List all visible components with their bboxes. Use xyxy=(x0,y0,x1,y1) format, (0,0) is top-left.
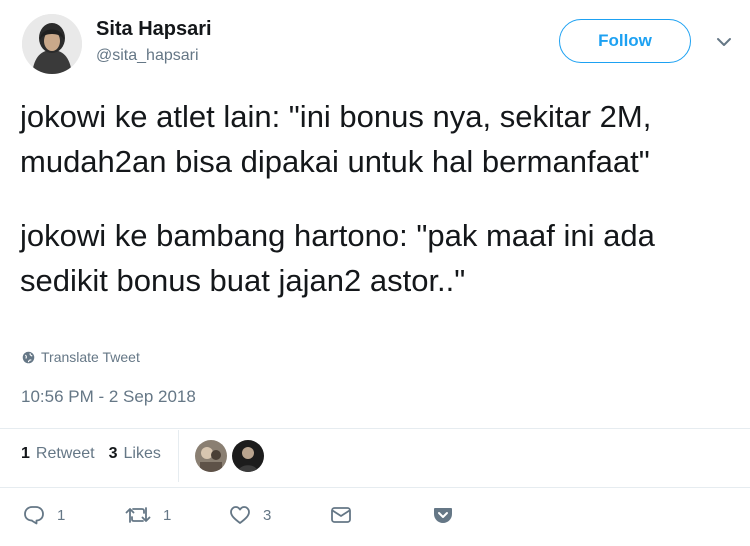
tweet-stats: 1 Retweet 3 Likes xyxy=(21,445,175,463)
retweet-action[interactable]: 1 xyxy=(125,505,171,525)
reply-count: 1 xyxy=(57,506,66,524)
divider xyxy=(0,428,750,429)
follow-button[interactable]: Follow xyxy=(559,19,691,63)
envelope-icon xyxy=(331,507,351,523)
likes-stat[interactable]: 3 Likes xyxy=(109,445,161,463)
author-handle[interactable]: @sita_hapsari xyxy=(96,47,199,65)
retweets-count: 1 xyxy=(21,445,30,462)
likes-count: 3 xyxy=(108,445,118,462)
retweet-icon xyxy=(125,507,151,523)
tweet-text: jokowi ke atlet lain: "ini bonus nya, se… xyxy=(20,94,720,303)
like-count: 3 xyxy=(263,506,272,524)
tweet-paragraph: jokowi ke bambang hartono: "pak maaf ini… xyxy=(20,218,655,298)
tweet-paragraph: jokowi ke atlet lain: "ini bonus nya, se… xyxy=(20,99,652,179)
reply-icon xyxy=(24,506,44,525)
liker-avatar[interactable] xyxy=(195,440,227,472)
author-avatar[interactable] xyxy=(22,14,82,74)
liker-avatar[interactable] xyxy=(232,440,264,472)
heart-icon xyxy=(230,506,250,524)
reply-action[interactable]: 1 xyxy=(23,505,65,525)
translate-tweet-label: Translate Tweet xyxy=(41,349,140,365)
likes-label: Likes xyxy=(123,445,161,462)
globe-icon xyxy=(22,351,35,363)
retweets-stat[interactable]: 1 Retweet xyxy=(21,445,95,463)
liker-avatar-image xyxy=(195,440,227,472)
direct-message-action[interactable] xyxy=(330,505,352,525)
author-display-name[interactable]: Sita Hapsari xyxy=(96,18,212,41)
divider xyxy=(0,487,750,488)
like-action[interactable]: 3 xyxy=(229,505,271,525)
pocket-icon xyxy=(434,508,452,523)
stats-divider xyxy=(178,430,179,482)
bookmark-action[interactable] xyxy=(432,505,454,525)
retweets-label: Retweet xyxy=(35,445,95,462)
chevron-down-icon[interactable] xyxy=(714,34,734,50)
tweet-timestamp[interactable]: 10:56 PM - 2 Sep 2018 xyxy=(21,387,196,407)
liker-avatar-image xyxy=(232,440,264,472)
retweet-count: 1 xyxy=(163,506,172,524)
avatar-image xyxy=(22,14,82,74)
translate-tweet-link[interactable]: Translate Tweet xyxy=(22,349,140,365)
